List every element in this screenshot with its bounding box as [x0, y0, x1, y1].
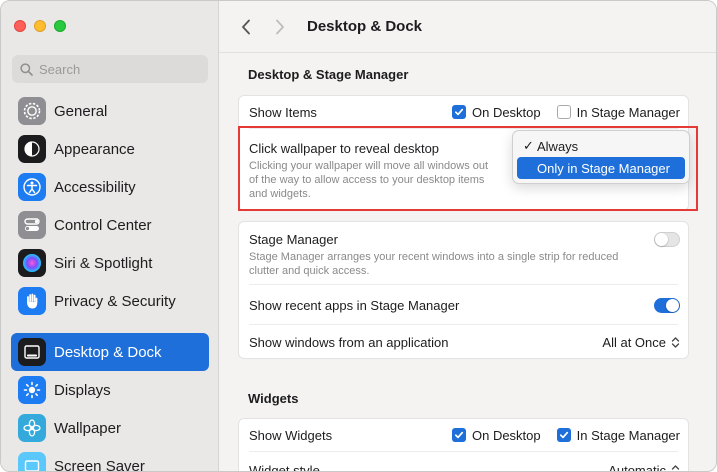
- sidebar-item-general[interactable]: General: [11, 92, 209, 130]
- displays-icon: [18, 376, 46, 404]
- sidebar-item-label: Desktop & Dock: [54, 343, 162, 361]
- section-heading-desktop-stage-manager: Desktop & Stage Manager: [248, 67, 409, 82]
- sidebar-item-accessibility[interactable]: Accessibility: [11, 168, 209, 206]
- appearance-icon: [18, 135, 46, 163]
- popup-option-label: Always: [537, 138, 579, 154]
- control-center-icon: [18, 211, 46, 239]
- sidebar-item-label: Accessibility: [54, 178, 136, 196]
- sidebar-item-label: Appearance: [54, 140, 135, 158]
- checkbox-checked[interactable]: [451, 105, 466, 119]
- sidebar-item-privacy-security[interactable]: Privacy & Security: [11, 282, 209, 320]
- widget-style-popup-button[interactable]: Automatic: [608, 462, 680, 472]
- click-wallpaper-popup-menu: ✓ Always Only in Stage Manager: [512, 130, 690, 184]
- back-button[interactable]: [235, 16, 257, 38]
- sidebar-list: General Appearance Accessibility Control…: [11, 92, 209, 472]
- stage-manager-toggle[interactable]: [654, 232, 680, 247]
- show-widgets-label: Show Widgets: [249, 427, 333, 443]
- search-icon: [20, 62, 33, 76]
- widget-style-label: Widget style: [249, 462, 320, 472]
- sidebar-item-wallpaper[interactable]: Wallpaper: [11, 409, 209, 447]
- show-widgets-in-stage-manager-checkbox[interactable]: In Stage Manager: [556, 427, 680, 443]
- accessibility-icon: [18, 173, 46, 201]
- popup-option-only-in-stage-manager[interactable]: Only in Stage Manager: [517, 157, 685, 179]
- show-items-label: Show Items: [249, 104, 317, 120]
- recent-apps-toggle[interactable]: [654, 297, 680, 313]
- chevron-updown-icon: [671, 336, 680, 348]
- stage-manager-card: Stage Manager Stage Manager arranges you…: [238, 221, 689, 359]
- checkmark-icon: ✓: [523, 138, 534, 153]
- widget-style-row: Widget style Automatic: [239, 455, 690, 472]
- click-wallpaper-description-line3: and widgets.: [249, 188, 311, 200]
- chevron-left-icon: [242, 19, 250, 34]
- sidebar-item-label: Privacy & Security: [54, 292, 176, 310]
- page-title: Desktop & Dock: [307, 18, 423, 35]
- desktop-dock-icon: [18, 338, 46, 366]
- siri-icon: [18, 249, 46, 277]
- click-wallpaper-label: Click wallpaper to reveal desktop: [249, 141, 440, 156]
- checkbox-label: In Stage Manager: [576, 427, 680, 443]
- search-input[interactable]: [39, 61, 199, 77]
- sidebar-item-label: Screen Saver: [54, 457, 145, 472]
- screen-saver-icon: [18, 452, 46, 471]
- settings-window: General Appearance Accessibility Control…: [0, 0, 717, 472]
- show-widgets-row: Show Widgets On Desktop In Stage Manager: [239, 419, 690, 451]
- hand-icon: [18, 287, 46, 315]
- window-controls: [14, 20, 66, 32]
- sidebar-item-desktop-dock[interactable]: Desktop & Dock: [11, 333, 209, 371]
- widget-style-value: Automatic: [608, 462, 666, 472]
- show-windows-label: Show windows from an application: [249, 334, 449, 350]
- checkmark-icon: [454, 431, 464, 439]
- show-windows-popup-button[interactable]: All at Once: [602, 335, 680, 350]
- sidebar-item-siri-spotlight[interactable]: Siri & Spotlight: [11, 244, 209, 282]
- checkbox-label: In Stage Manager: [576, 104, 680, 120]
- minimize-window-button[interactable]: [34, 20, 46, 32]
- checkbox-unchecked[interactable]: [556, 105, 571, 119]
- popup-option-label: Only in Stage Manager: [537, 160, 670, 176]
- toolbar: Desktop & Dock: [219, 1, 716, 53]
- sidebar-item-label: Siri & Spotlight: [54, 254, 153, 272]
- popup-option-always[interactable]: ✓ Always: [517, 135, 685, 157]
- recent-apps-row: Show recent apps in Stage Manager: [239, 288, 690, 322]
- search-field[interactable]: [12, 55, 208, 83]
- section-heading-widgets: Widgets: [248, 391, 299, 406]
- chevron-right-icon: [276, 19, 284, 34]
- show-windows-row: Show windows from an application All at …: [239, 325, 690, 359]
- widgets-card: Show Widgets On Desktop In Stage Manager: [238, 418, 690, 472]
- click-wallpaper-description-line1: Clicking your wallpaper will move all wi…: [249, 160, 489, 172]
- sidebar-item-label: General: [54, 102, 108, 120]
- sidebar-item-label: Wallpaper: [54, 419, 121, 437]
- recent-apps-label: Show recent apps in Stage Manager: [249, 297, 460, 313]
- chevron-updown-icon: [671, 464, 680, 471]
- sidebar-item-control-center[interactable]: Control Center: [11, 206, 209, 244]
- zoom-window-button[interactable]: [54, 20, 66, 32]
- show-windows-value: All at Once: [602, 334, 666, 350]
- checkbox-checked[interactable]: [451, 428, 466, 442]
- stage-manager-row: Stage Manager Stage Manager arranges you…: [239, 222, 690, 284]
- sidebar-item-screen-saver[interactable]: Screen Saver: [11, 447, 209, 472]
- stage-manager-label: Stage Manager: [249, 232, 338, 247]
- gear-icon: [18, 97, 46, 125]
- click-wallpaper-description-line2: of the way to allow access to your deskt…: [249, 174, 485, 186]
- sidebar-item-label: Displays: [54, 381, 111, 399]
- forward-button[interactable]: [269, 16, 291, 38]
- show-widgets-on-desktop-checkbox[interactable]: On Desktop: [451, 427, 541, 443]
- show-items-row: Show Items On Desktop In Stage Manager: [239, 96, 690, 128]
- sidebar-item-appearance[interactable]: Appearance: [11, 130, 209, 168]
- checkmark-icon: [559, 431, 568, 439]
- close-window-button[interactable]: [14, 20, 26, 32]
- show-items-in-stage-manager-checkbox[interactable]: In Stage Manager: [556, 104, 680, 120]
- wallpaper-icon: [18, 414, 46, 442]
- sidebar: General Appearance Accessibility Control…: [1, 1, 219, 472]
- sidebar-item-label: Control Center: [54, 216, 152, 234]
- checkbox-label: On Desktop: [471, 104, 541, 120]
- show-items-on-desktop-checkbox[interactable]: On Desktop: [451, 104, 541, 120]
- checkbox-checked[interactable]: [556, 428, 571, 442]
- main-pane: Desktop & Dock Desktop & Stage Manager S…: [219, 1, 716, 472]
- sidebar-item-displays[interactable]: Displays: [11, 371, 209, 409]
- stage-manager-description-line2: clutter and quick access.: [249, 265, 370, 277]
- stage-manager-description-line1: Stage Manager arranges your recent windo…: [249, 251, 619, 263]
- checkbox-label: On Desktop: [471, 427, 541, 443]
- checkmark-icon: [454, 108, 464, 116]
